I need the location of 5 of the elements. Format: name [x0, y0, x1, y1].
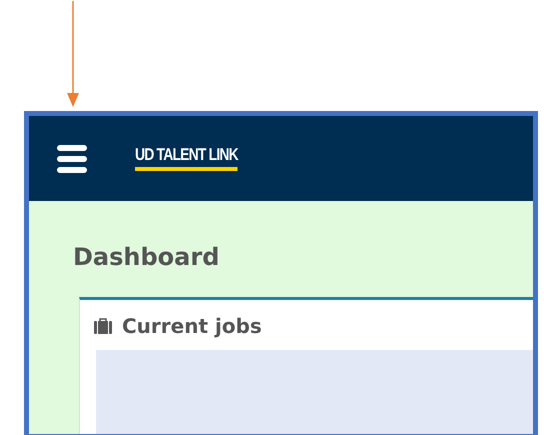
briefcase-icon	[94, 318, 112, 334]
menu-icon[interactable]	[56, 144, 88, 174]
card-title: Current jobs	[122, 314, 262, 338]
logo[interactable]: UD TALENT LINK	[135, 146, 238, 171]
page-title: Dashboard	[73, 242, 220, 273]
